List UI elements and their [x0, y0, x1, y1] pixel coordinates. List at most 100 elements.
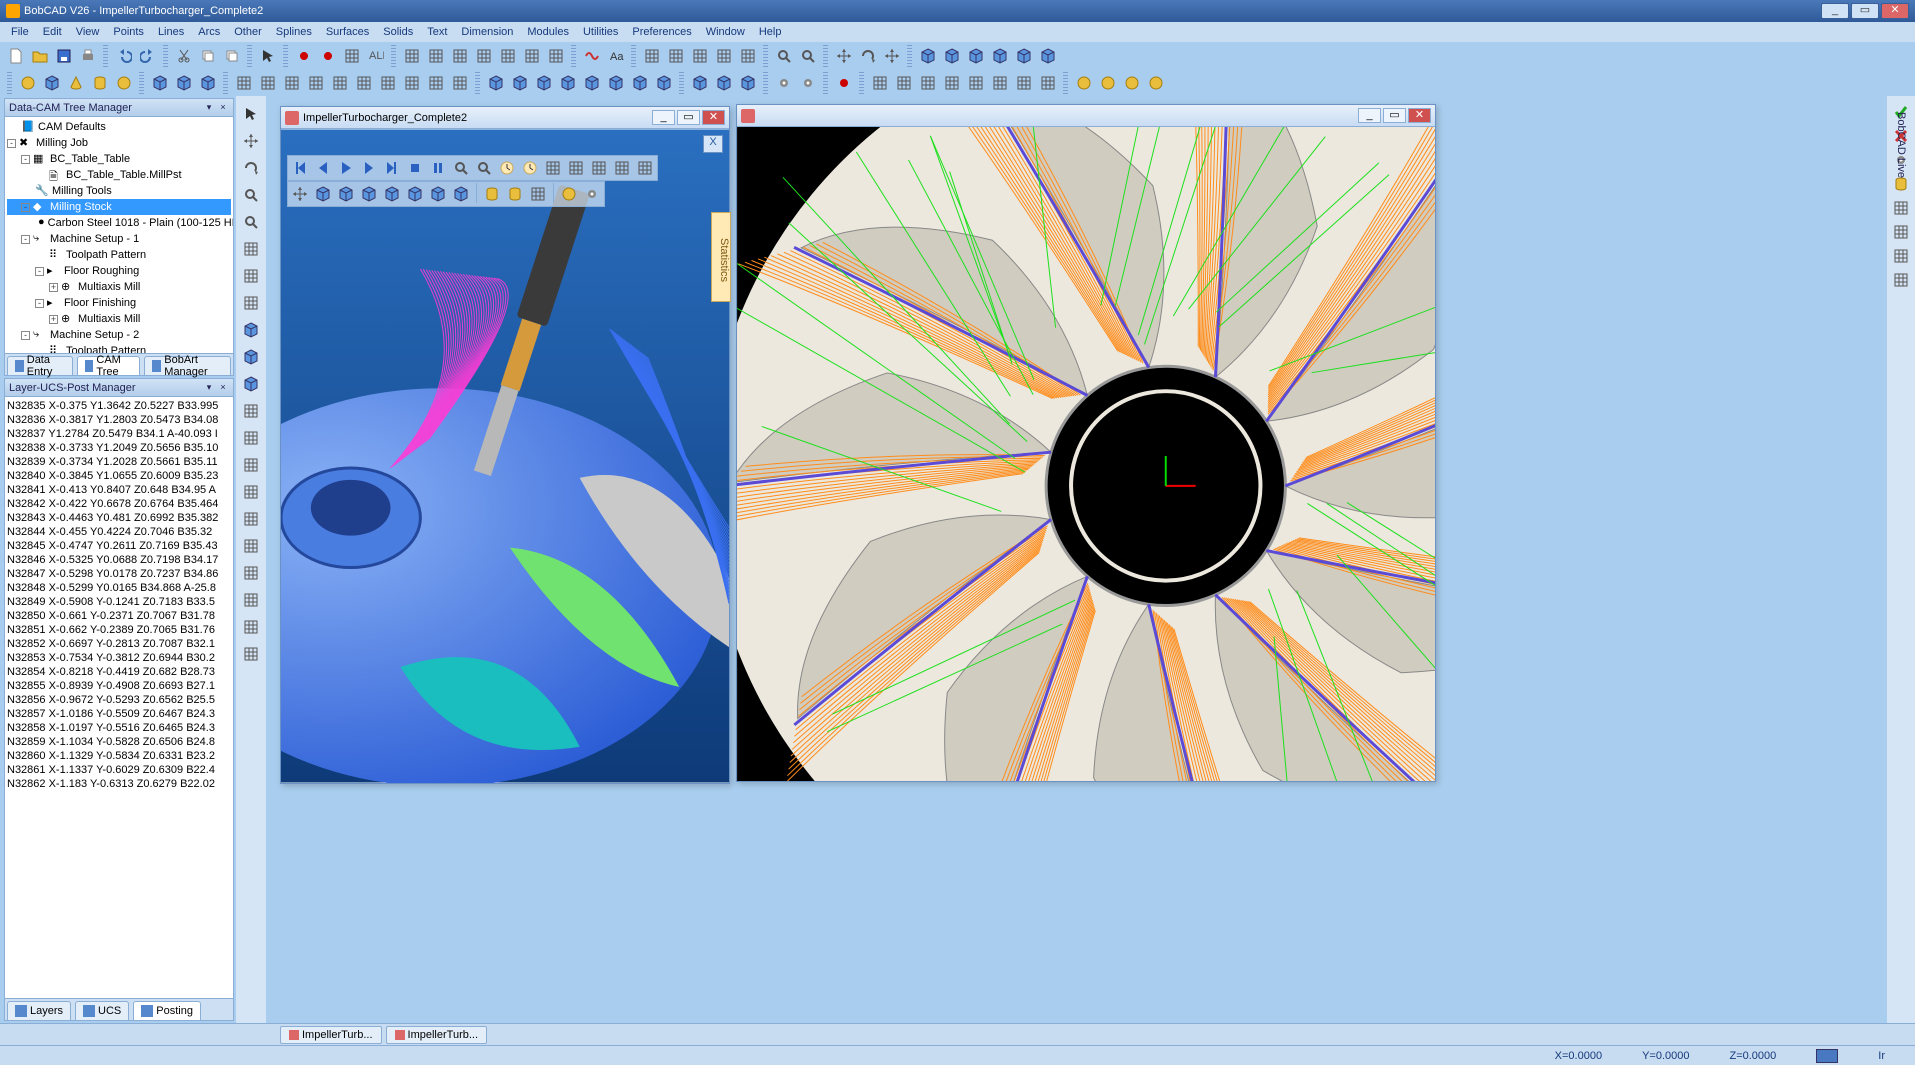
- snap-icon-7[interactable]: [1036, 71, 1059, 94]
- expander-icon[interactable]: -: [35, 299, 44, 308]
- vtool-icon-14[interactable]: [239, 480, 263, 504]
- tree-item-5[interactable]: -◆Milling Stock: [7, 199, 231, 215]
- bool-icon-2[interactable]: [532, 71, 555, 94]
- tree-item-8[interactable]: ⠿Toolpath Pattern: [7, 247, 231, 263]
- view-front-icon[interactable]: [358, 183, 380, 205]
- minimize-button[interactable]: _: [1821, 3, 1849, 19]
- render-icon-1[interactable]: [712, 71, 735, 94]
- view-iso-icon[interactable]: [312, 183, 334, 205]
- sim-first-icon[interactable]: [289, 157, 311, 179]
- expander-icon[interactable]: -: [35, 267, 44, 276]
- cube-icon[interactable]: [40, 71, 63, 94]
- wave-icon[interactable]: [580, 44, 603, 67]
- cut-icon[interactable]: [172, 44, 195, 67]
- sim-panel4-icon[interactable]: [611, 157, 633, 179]
- paste-icon[interactable]: [220, 44, 243, 67]
- bool-icon-0[interactable]: [484, 71, 507, 94]
- tree-item-12[interactable]: +⊕Multiaxis Mill: [7, 311, 231, 327]
- palette-icon-0[interactable]: [1072, 71, 1095, 94]
- save-icon[interactable]: [52, 44, 75, 67]
- layer-tab-layers[interactable]: Layers: [7, 1001, 71, 1020]
- text-icon[interactable]: Aa: [604, 44, 627, 67]
- redo-icon[interactable]: [136, 44, 159, 67]
- view-cube-icon-2[interactable]: [964, 44, 987, 67]
- scale-icon[interactable]: [880, 44, 903, 67]
- vtool-icon-20[interactable]: [239, 642, 263, 666]
- bool-icon-4[interactable]: [580, 71, 603, 94]
- surface-icon-4[interactable]: [328, 71, 351, 94]
- viewport-close-button[interactable]: ✕: [702, 110, 725, 125]
- panel-x-badge[interactable]: X: [703, 135, 723, 153]
- tool-show-icon[interactable]: [481, 183, 503, 205]
- vtool-icon-4[interactable]: [239, 210, 263, 234]
- snap-icon-0[interactable]: [868, 71, 891, 94]
- stock-opt-icon[interactable]: [581, 183, 603, 205]
- vtool-icon-11[interactable]: [239, 399, 263, 423]
- menu-preferences[interactable]: Preferences: [625, 24, 698, 40]
- red-dot-icon[interactable]: [832, 71, 855, 94]
- view-right-icon[interactable]: [381, 183, 403, 205]
- render-icon-2[interactable]: [736, 71, 759, 94]
- expander-icon[interactable]: -: [21, 331, 30, 340]
- view-top-icon[interactable]: [335, 183, 357, 205]
- panel-pin-icon[interactable]: ▾: [203, 102, 215, 114]
- vtool-icon-18[interactable]: [239, 588, 263, 612]
- tool5-icon[interactable]: [1891, 246, 1911, 266]
- dim-icon-2[interactable]: [688, 44, 711, 67]
- vtool-icon-3[interactable]: [239, 183, 263, 207]
- extrude-icon-2[interactable]: [196, 71, 219, 94]
- view-cube-icon-1[interactable]: [940, 44, 963, 67]
- menu-lines[interactable]: Lines: [151, 24, 191, 40]
- menu-splines[interactable]: Splines: [269, 24, 319, 40]
- panel-close-icon[interactable]: ×: [217, 102, 229, 114]
- sim-clock1-icon[interactable]: [496, 157, 518, 179]
- menu-view[interactable]: View: [69, 24, 107, 40]
- surface-icon-8[interactable]: [424, 71, 447, 94]
- dim-icon-3[interactable]: [712, 44, 735, 67]
- cylinder-icon[interactable]: [88, 71, 111, 94]
- sim-clock2-icon[interactable]: [519, 157, 541, 179]
- torus-icon[interactable]: [112, 71, 135, 94]
- gear2-icon[interactable]: [796, 71, 819, 94]
- vtool-icon-8[interactable]: [239, 318, 263, 342]
- vtool-icon-13[interactable]: [239, 453, 263, 477]
- zoom-icon[interactable]: [772, 44, 795, 67]
- expander-icon[interactable]: -: [7, 139, 16, 148]
- palette-icon-2[interactable]: [1120, 71, 1143, 94]
- vtool-icon-7[interactable]: [239, 291, 263, 315]
- layer-tab-posting[interactable]: Posting: [133, 1001, 201, 1020]
- vtool-icon-5[interactable]: [239, 237, 263, 261]
- snap-icon-3[interactable]: [940, 71, 963, 94]
- viewport-minimize-button[interactable]: _: [652, 110, 675, 125]
- close-button[interactable]: ✕: [1881, 3, 1909, 19]
- snap-icon-6[interactable]: [1012, 71, 1035, 94]
- layer-tab-ucs[interactable]: UCS: [75, 1001, 129, 1020]
- tree-item-6[interactable]: ●Carbon Steel 1018 - Plain (100-125 HB): [7, 215, 231, 231]
- move-icon[interactable]: [832, 44, 855, 67]
- panel-close-icon[interactable]: ×: [217, 382, 229, 394]
- sim-play-icon[interactable]: [335, 157, 357, 179]
- menu-solids[interactable]: Solids: [376, 24, 420, 40]
- cam-tree-header[interactable]: Data-CAM Tree Manager ▾ ×: [5, 99, 233, 117]
- vtool-icon-16[interactable]: [239, 534, 263, 558]
- sim-panel5-icon[interactable]: [634, 157, 656, 179]
- pick-all-icon[interactable]: ALL: [364, 44, 387, 67]
- open-folder-icon[interactable]: [28, 44, 51, 67]
- document-tab-1[interactable]: ImpellerTurb...: [386, 1026, 488, 1044]
- print-icon[interactable]: [76, 44, 99, 67]
- surface-icon-2[interactable]: [280, 71, 303, 94]
- menu-modules[interactable]: Modules: [520, 24, 576, 40]
- tool3-icon[interactable]: [1891, 198, 1911, 218]
- sim-panel2-icon[interactable]: [565, 157, 587, 179]
- pick-win-icon[interactable]: [340, 44, 363, 67]
- view-cube-icon-5[interactable]: [1036, 44, 1059, 67]
- snap-icon-5[interactable]: [988, 71, 1011, 94]
- tree-item-1[interactable]: -✖Milling Job: [7, 135, 231, 151]
- bool-icon-5[interactable]: [604, 71, 627, 94]
- document-tab-0[interactable]: ImpellerTurb...: [280, 1026, 382, 1044]
- copy-icon[interactable]: [196, 44, 219, 67]
- viewport-window-simulation[interactable]: ImpellerTurbocharger_Complete2 _ ▭ ✕: [280, 106, 730, 784]
- menu-other[interactable]: Other: [227, 24, 269, 40]
- rotate-icon[interactable]: [856, 44, 879, 67]
- tree-item-2[interactable]: -▦BC_Table_Table: [7, 151, 231, 167]
